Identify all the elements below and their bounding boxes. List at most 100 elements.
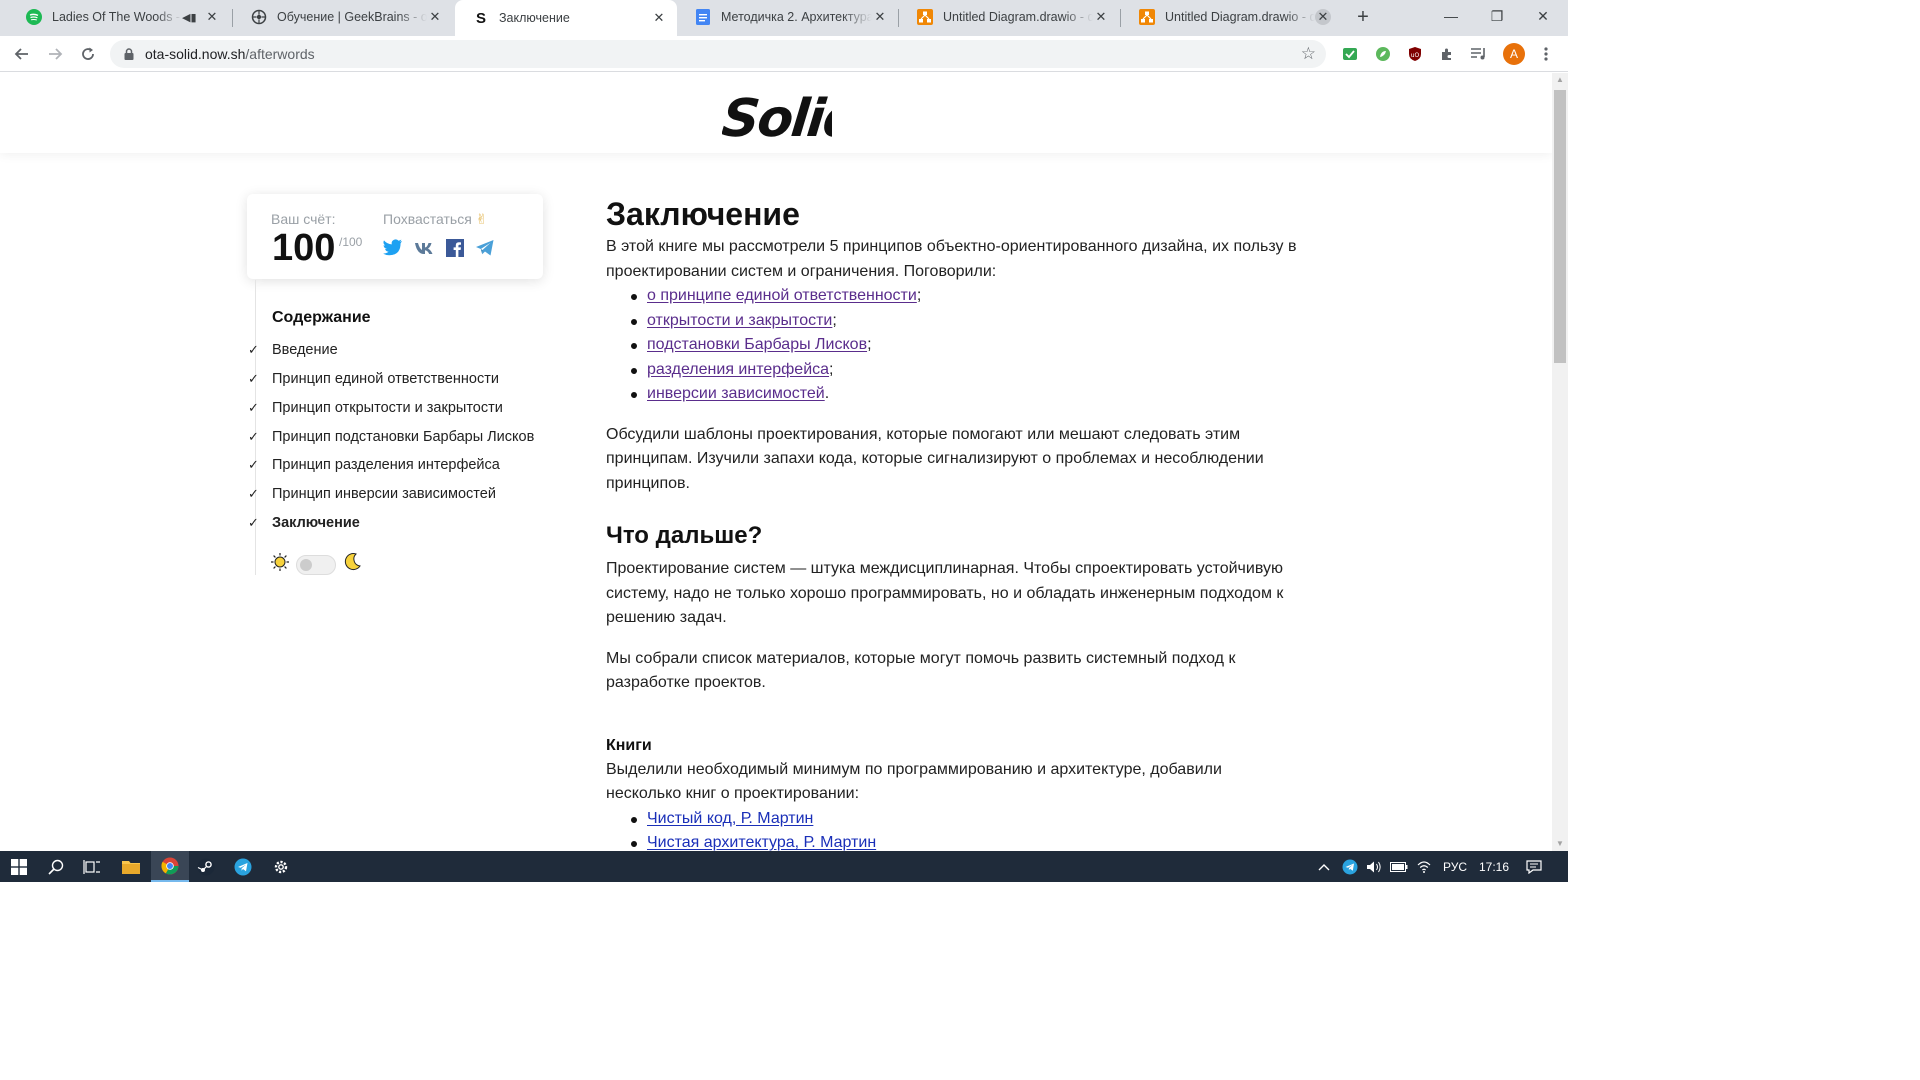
windows-start-button[interactable] xyxy=(0,851,38,882)
toggle-knob xyxy=(300,558,312,571)
principle-link-dip[interactable]: инверсии зависимостей xyxy=(647,385,825,402)
toc-item-intro[interactable]: ✓ Введение xyxy=(248,339,338,361)
toc-item-ocp[interactable]: ✓ Принцип открытости и закрытости xyxy=(248,397,503,419)
google-docs-icon xyxy=(695,9,711,25)
moon-icon[interactable] xyxy=(342,552,362,577)
close-icon[interactable]: ✕ xyxy=(1315,9,1331,25)
book-link-clean-code[interactable]: Чистый код, Р. Мартин xyxy=(647,810,813,827)
principle-link-isp[interactable]: разделения интерфейса xyxy=(647,361,829,378)
forward-button[interactable] xyxy=(41,40,69,68)
new-tab-button[interactable]: + xyxy=(1352,6,1374,28)
settings-gear-icon[interactable] xyxy=(262,851,300,882)
close-icon[interactable]: ✕ xyxy=(1093,9,1109,25)
reload-button[interactable] xyxy=(74,40,102,68)
list-item: Чистый код, Р. Мартин xyxy=(606,807,1316,832)
extensions-puzzle-icon[interactable] xyxy=(1437,44,1457,64)
telegram-taskbar-icon[interactable] xyxy=(224,851,262,882)
check-icon: ✓ xyxy=(248,486,259,501)
next-paragraph: Проектирование систем — штука междисципл… xyxy=(606,560,1284,626)
wifi-icon[interactable] xyxy=(1416,851,1432,882)
file-explorer-icon[interactable] xyxy=(112,851,150,882)
battery-icon[interactable] xyxy=(1390,851,1408,882)
close-icon[interactable]: ✕ xyxy=(204,9,220,25)
book-link-clean-architecture[interactable]: Чистая архитектура, Р. Мартин xyxy=(647,834,876,851)
extension-leaf-icon[interactable] xyxy=(1373,44,1393,64)
close-icon[interactable]: ✕ xyxy=(427,9,443,25)
volume-icon[interactable] xyxy=(1366,851,1382,882)
books-paragraph: Выделили необходимый минимум по программ… xyxy=(606,760,1222,803)
check-icon: ✓ xyxy=(248,400,259,415)
scroll-down-arrow-icon[interactable]: ▼ xyxy=(1556,840,1564,848)
address-bar[interactable]: ota-solid.now.sh/afterwords ☆ xyxy=(110,40,1326,68)
twitter-icon[interactable] xyxy=(382,237,403,258)
tab-spotify[interactable]: Ladies Of The Woods - Li ◀▮ ✕ xyxy=(8,0,230,34)
restore-button[interactable]: ❐ xyxy=(1474,0,1520,32)
telegram-tray-icon[interactable] xyxy=(1342,851,1358,882)
toc-title: Содержание xyxy=(272,309,371,326)
close-icon[interactable]: ✕ xyxy=(872,9,888,25)
principle-link-ocp[interactable]: открытости и закрытости xyxy=(647,312,832,329)
minimize-button[interactable]: — xyxy=(1428,0,1474,32)
toc-item-lsp[interactable]: ✓ Принцип подстановки Барбары Лисков xyxy=(248,426,534,448)
sun-icon[interactable] xyxy=(270,552,290,577)
principle-link-srp[interactable]: о принципе единой ответственности xyxy=(647,287,917,304)
speaker-icon[interactable]: ◀▮ xyxy=(182,11,198,24)
media-control-icon[interactable] xyxy=(1469,44,1489,64)
principles-list: о принципе единой ответственности; откры… xyxy=(606,284,1316,407)
geekbrains-icon xyxy=(251,9,267,25)
toc-item-label: Принцип подстановки Барбары Лисков xyxy=(272,429,535,445)
windows-taskbar: РУС 17:16 xyxy=(0,851,1568,882)
toc-item-conclusion[interactable]: ✓ Заключение xyxy=(248,512,360,534)
chrome-taskbar-icon[interactable] xyxy=(151,851,189,882)
principle-link-lsp[interactable]: подстановки Барбары Лисков xyxy=(647,336,867,353)
bookmark-star-icon[interactable]: ☆ xyxy=(1301,44,1316,64)
site-header: Solid xyxy=(0,73,1552,153)
solid-logo[interactable]: Solid xyxy=(719,83,864,149)
toc-item-isp[interactable]: ✓ Принцип разделения интерфейса xyxy=(248,454,500,476)
close-icon[interactable]: ✕ xyxy=(651,10,667,26)
tray-overflow-icon[interactable] xyxy=(1318,851,1330,882)
toc-item-dip[interactable]: ✓ Принцип инверсии зависимостей xyxy=(248,483,496,505)
close-window-button[interactable]: ✕ xyxy=(1520,0,1566,32)
ublock-icon[interactable]: uO xyxy=(1405,44,1425,64)
tab-conclusion[interactable]: S Заключение ✕ xyxy=(455,0,677,36)
search-icon[interactable] xyxy=(37,851,75,882)
theme-switcher xyxy=(270,552,362,577)
scroll-thumb[interactable] xyxy=(1554,90,1566,363)
check-icon: ✓ xyxy=(248,457,259,472)
task-view-icon[interactable] xyxy=(73,851,111,882)
back-button[interactable] xyxy=(8,40,36,68)
tab-title: Заключение xyxy=(499,11,570,25)
check-icon: ✓ xyxy=(248,371,259,386)
extension-green-icon[interactable] xyxy=(1340,44,1360,64)
toc-item-label: Принцип единой ответственности xyxy=(272,371,499,387)
list-item: открытости и закрытости; xyxy=(606,309,1316,334)
tab-drawio-1[interactable]: Untitled Diagram.drawio - di ✕ xyxy=(899,0,1119,34)
profile-avatar[interactable]: A xyxy=(1503,43,1525,65)
vk-icon[interactable] xyxy=(413,237,434,258)
tab-geekbrains[interactable]: Обучение | GeekBrains - обр ✕ xyxy=(233,0,453,34)
input-language[interactable]: РУС xyxy=(1443,851,1467,882)
facebook-icon[interactable] xyxy=(444,237,465,258)
telegram-icon[interactable] xyxy=(474,237,495,258)
solid-logo-graphic: Solid xyxy=(719,89,864,149)
tab-google-docs[interactable]: Методичка 2. Архитектура п ✕ xyxy=(677,0,898,34)
page-scrollbar[interactable]: ▲ ▼ xyxy=(1552,73,1568,851)
check-icon: ✓ xyxy=(248,342,259,357)
clock-time[interactable]: 17:16 xyxy=(1479,851,1509,882)
tab-drawio-2[interactable]: Untitled Diagram.drawio - di ✕ xyxy=(1121,0,1341,34)
toc-item-srp[interactable]: ✓ Принцип единой ответственности xyxy=(248,368,499,390)
steam-icon[interactable] xyxy=(187,851,225,882)
books-heading: Книги xyxy=(606,736,652,754)
svg-text:uO: uO xyxy=(1411,52,1420,59)
web-page: Solid Ваш счёт: 100 /100 Похвастаться ✌ … xyxy=(0,73,1552,851)
tab-title: Ladies Of The Woods - Li xyxy=(52,10,182,24)
list-punct: ; xyxy=(867,336,872,353)
url-text: ota-solid.now.sh/afterwords xyxy=(145,46,315,62)
check-icon: ✓ xyxy=(248,515,259,530)
action-center-icon[interactable] xyxy=(1526,851,1542,882)
arrow-left-icon xyxy=(14,48,28,60)
scroll-up-arrow-icon[interactable]: ▲ xyxy=(1556,76,1564,84)
chrome-menu-icon[interactable] xyxy=(1536,44,1556,64)
theme-toggle[interactable] xyxy=(296,554,336,575)
